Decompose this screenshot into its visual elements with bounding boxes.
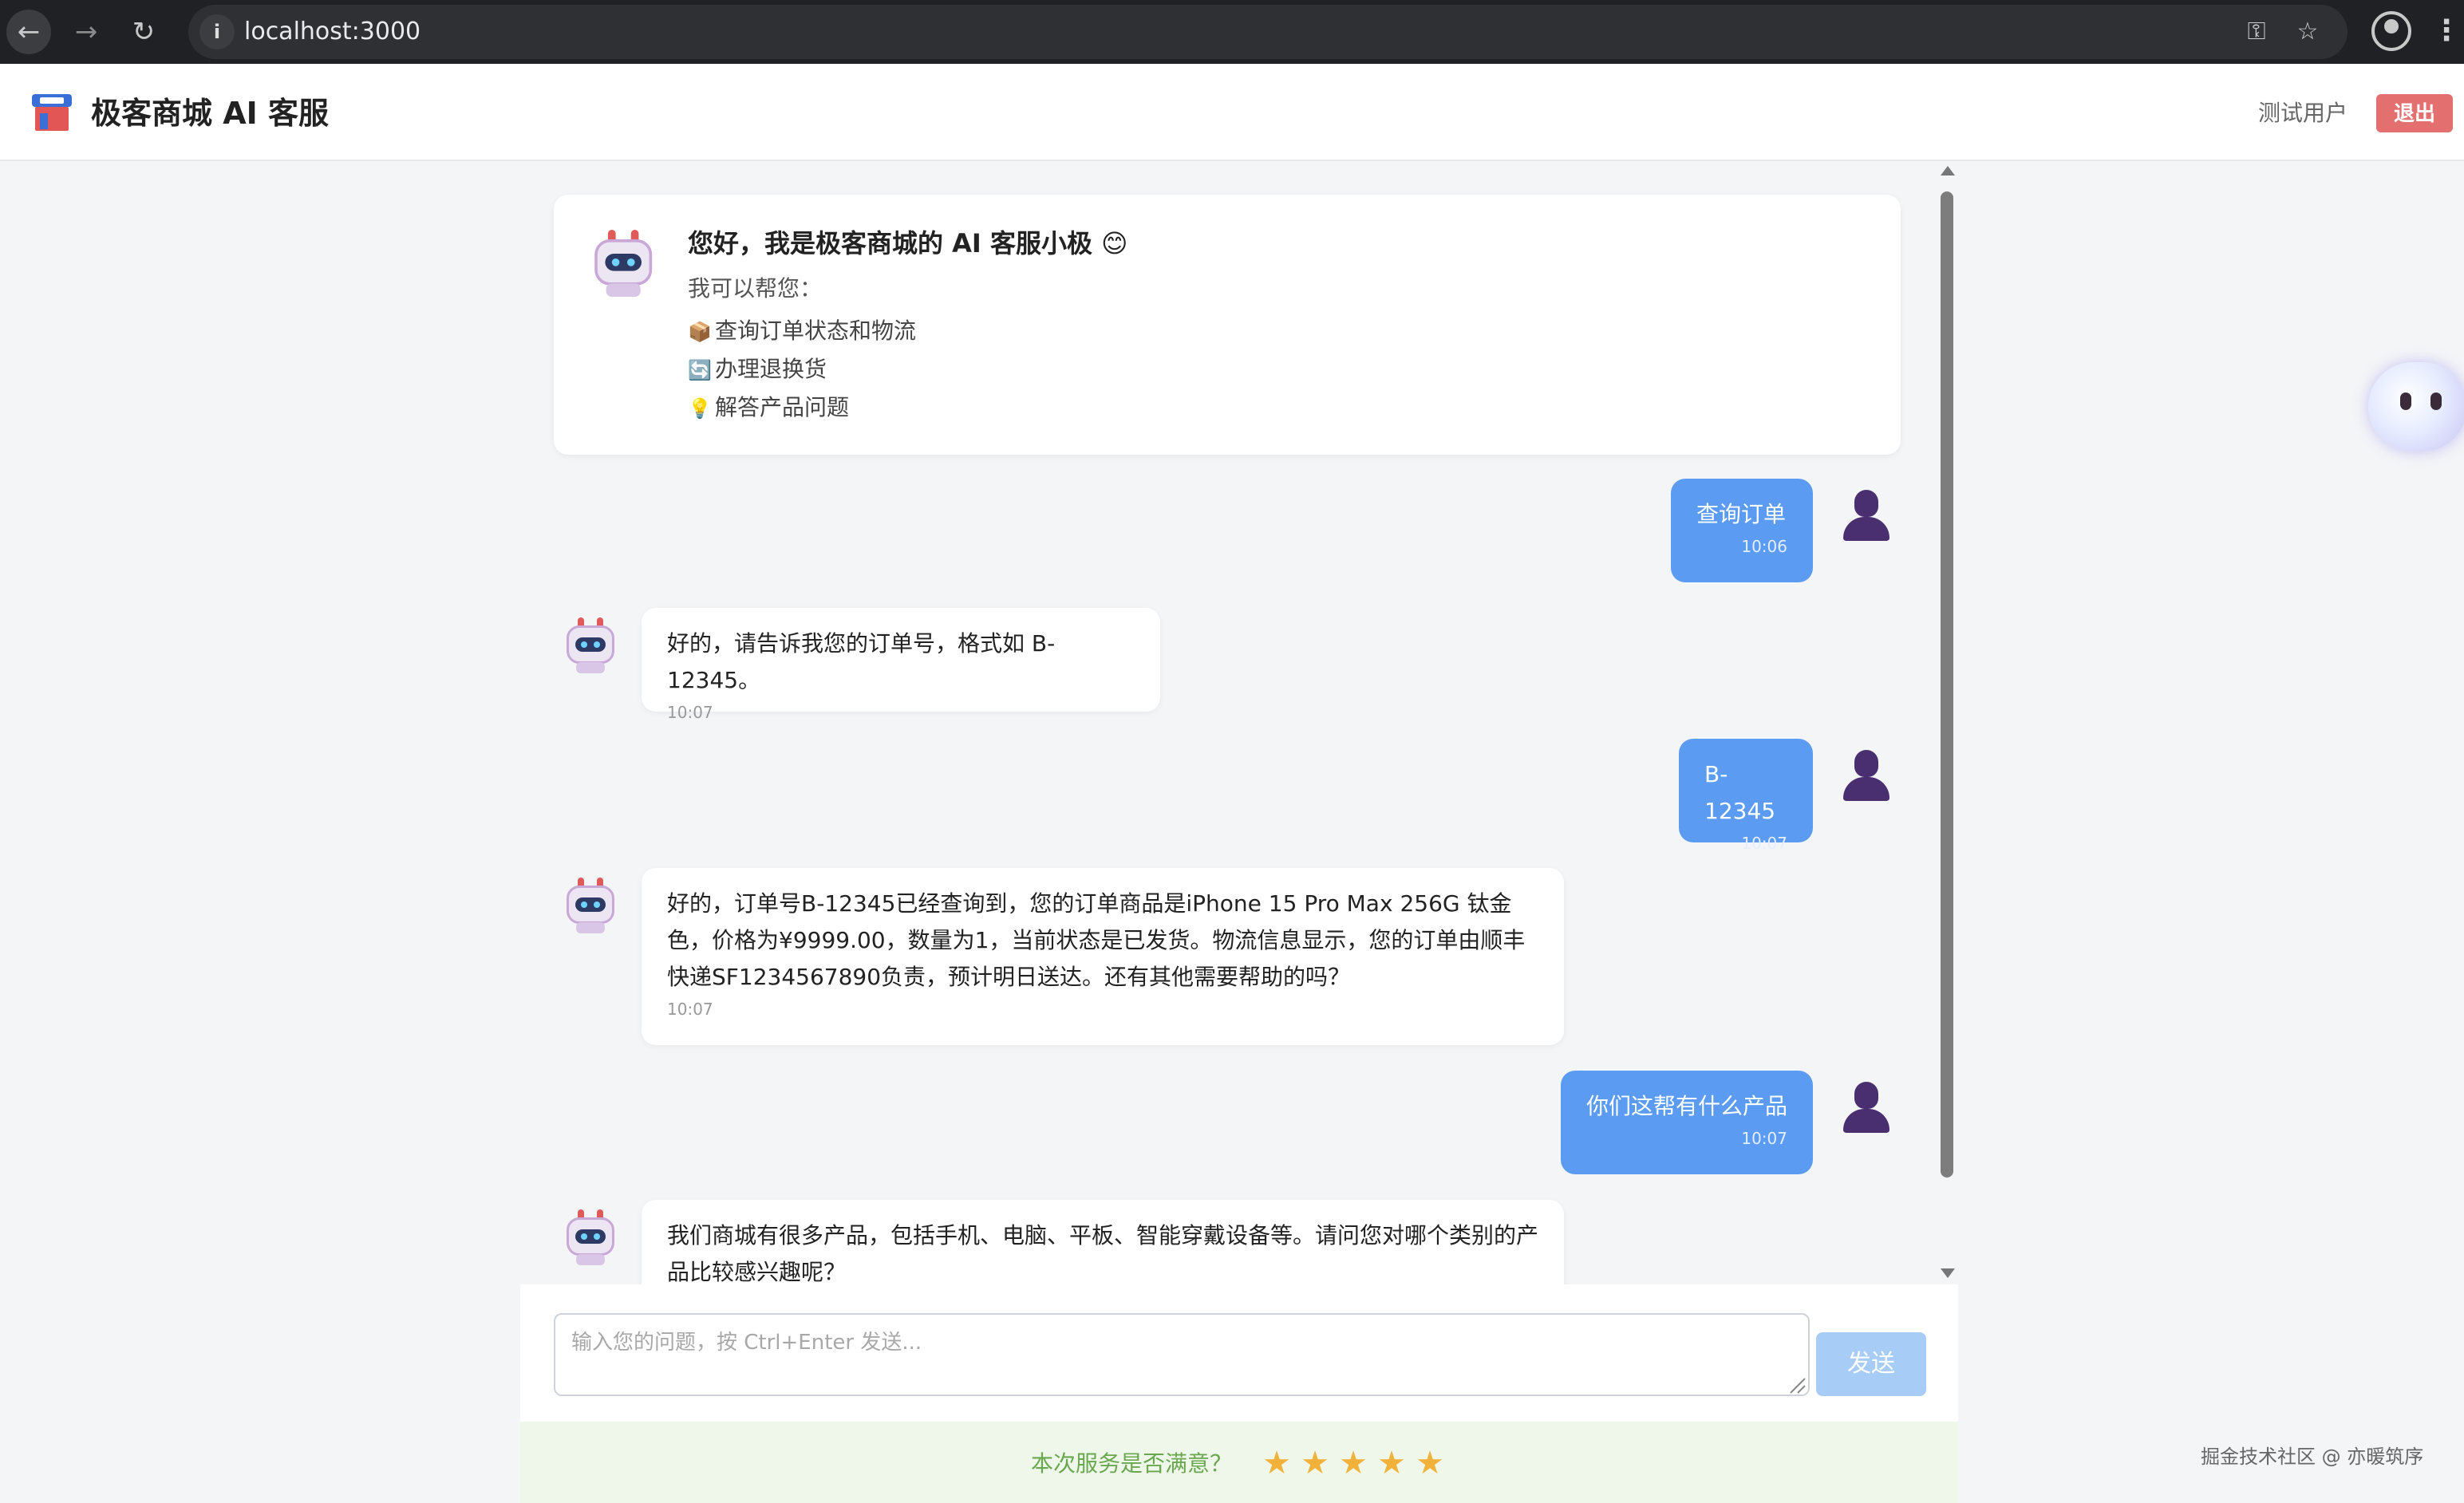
- welcome-title: 您好，我是极客商城的 AI 客服小极 😊: [688, 228, 1128, 258]
- scrollbar-thumb[interactable]: [1941, 191, 1953, 1178]
- address-bar[interactable]: i localhost:3000 ⚿ ☆: [188, 5, 2348, 59]
- forward-button[interactable]: →: [64, 10, 109, 54]
- arrow-left-icon: ←: [17, 16, 41, 48]
- app-title: 极客商城 AI 客服: [91, 96, 330, 131]
- watermark: 掘金技术社区 @ 亦暖筑序: [2201, 1446, 2424, 1468]
- user-message: B-12345 10:07: [1679, 739, 1813, 853]
- rating-label: 本次服务是否满意？: [1031, 1450, 1233, 1477]
- robot-icon: [562, 878, 619, 935]
- arrow-right-icon: →: [74, 16, 98, 48]
- current-user-name: 测试用户: [2258, 100, 2348, 126]
- message-time: 10:07: [1741, 1129, 1787, 1148]
- message-input[interactable]: [554, 1313, 1810, 1396]
- star-icon[interactable]: ★: [1372, 1444, 1411, 1482]
- exchange-icon: 🔄: [688, 359, 712, 381]
- star-icon[interactable]: ★: [1258, 1444, 1296, 1482]
- scroll-up-icon[interactable]: [1941, 166, 1955, 176]
- scrollbar[interactable]: [1936, 161, 1958, 1284]
- resize-handle-icon[interactable]: [1784, 1372, 1807, 1395]
- chat-panel: 您好，我是极客商城的 AI 客服小极 😊 我可以帮您： 📦 查询订单状态和物流 🔄…: [520, 161, 1958, 1503]
- profile-icon[interactable]: [2371, 11, 2411, 51]
- scroll-down-icon[interactable]: [1941, 1268, 1955, 1278]
- user-avatar-icon: [1840, 750, 1891, 801]
- welcome-card: 您好，我是极客商城的 AI 客服小极 😊 我可以帮您： 📦 查询订单状态和物流 🔄…: [554, 195, 1901, 455]
- message-list[interactable]: 您好，我是极客商城的 AI 客服小极 😊 我可以帮您： 📦 查询订单状态和物流 🔄…: [520, 161, 1958, 1284]
- url-text[interactable]: localhost:3000: [244, 16, 421, 48]
- bot-message: 好的，订单号B-12345已经查询到，您的订单商品是iPhone 15 Pro …: [642, 868, 1564, 1045]
- kebab-menu-icon[interactable]: ⋮: [2432, 11, 2461, 51]
- input-area: 发送: [520, 1284, 1958, 1422]
- back-button[interactable]: ←: [6, 10, 51, 54]
- robot-icon: [562, 1209, 619, 1267]
- message-time: 10:07: [667, 703, 713, 722]
- star-icon[interactable]: ★: [1296, 1444, 1334, 1482]
- key-icon[interactable]: ⚿: [2239, 14, 2274, 49]
- message-time: 10:07: [1741, 834, 1787, 853]
- store-icon: [32, 94, 72, 131]
- welcome-subtitle: 我可以帮您：: [688, 275, 823, 302]
- satisfaction-rating: 本次服务是否满意？ ★ ★ ★ ★ ★: [520, 1422, 1958, 1503]
- reload-icon: ↻: [132, 16, 156, 48]
- star-rating[interactable]: ★ ★ ★ ★ ★: [1258, 1444, 1449, 1482]
- capability-item: 🔄 办理退换货: [688, 351, 827, 389]
- robot-icon: [562, 617, 619, 675]
- capability-item: 📦 查询订单状态和物流: [688, 313, 916, 350]
- logout-button[interactable]: 退出: [2376, 94, 2453, 132]
- lightbulb-icon: 💡: [688, 397, 712, 420]
- bot-message: 我们商城有很多产品，包括手机、电脑、平板、智能穿戴设备等。请问您对哪个类别的产品…: [642, 1200, 1564, 1284]
- user-message: 你们这帮有什么产品 10:07: [1561, 1071, 1813, 1174]
- reload-button[interactable]: ↻: [121, 10, 166, 54]
- package-icon: 📦: [688, 321, 712, 343]
- app-header: 极客商城 AI 客服 测试用户 退出: [0, 64, 2464, 161]
- bot-message: 好的，请告诉我您的订单号，格式如 B-12345。 10:07: [642, 608, 1160, 722]
- message-time: 10:06: [1741, 537, 1787, 556]
- user-message: 查询订单 10:06: [1671, 479, 1813, 582]
- star-outline-icon[interactable]: ☆: [2290, 14, 2325, 49]
- message-time: 10:07: [667, 1000, 713, 1019]
- send-button[interactable]: 发送: [1816, 1332, 1926, 1396]
- browser-toolbar: ← → ↻ i localhost:3000 ⚿ ☆ ⋮: [0, 0, 2464, 64]
- assistant-orb-icon[interactable]: [2368, 362, 2464, 452]
- robot-icon: [589, 230, 657, 298]
- user-avatar-icon: [1840, 1082, 1891, 1133]
- star-icon[interactable]: ★: [1411, 1444, 1449, 1482]
- info-icon[interactable]: i: [199, 14, 235, 49]
- star-icon[interactable]: ★: [1334, 1444, 1372, 1482]
- user-avatar-icon: [1840, 490, 1891, 541]
- capability-item: 💡 解答产品问题: [688, 389, 849, 427]
